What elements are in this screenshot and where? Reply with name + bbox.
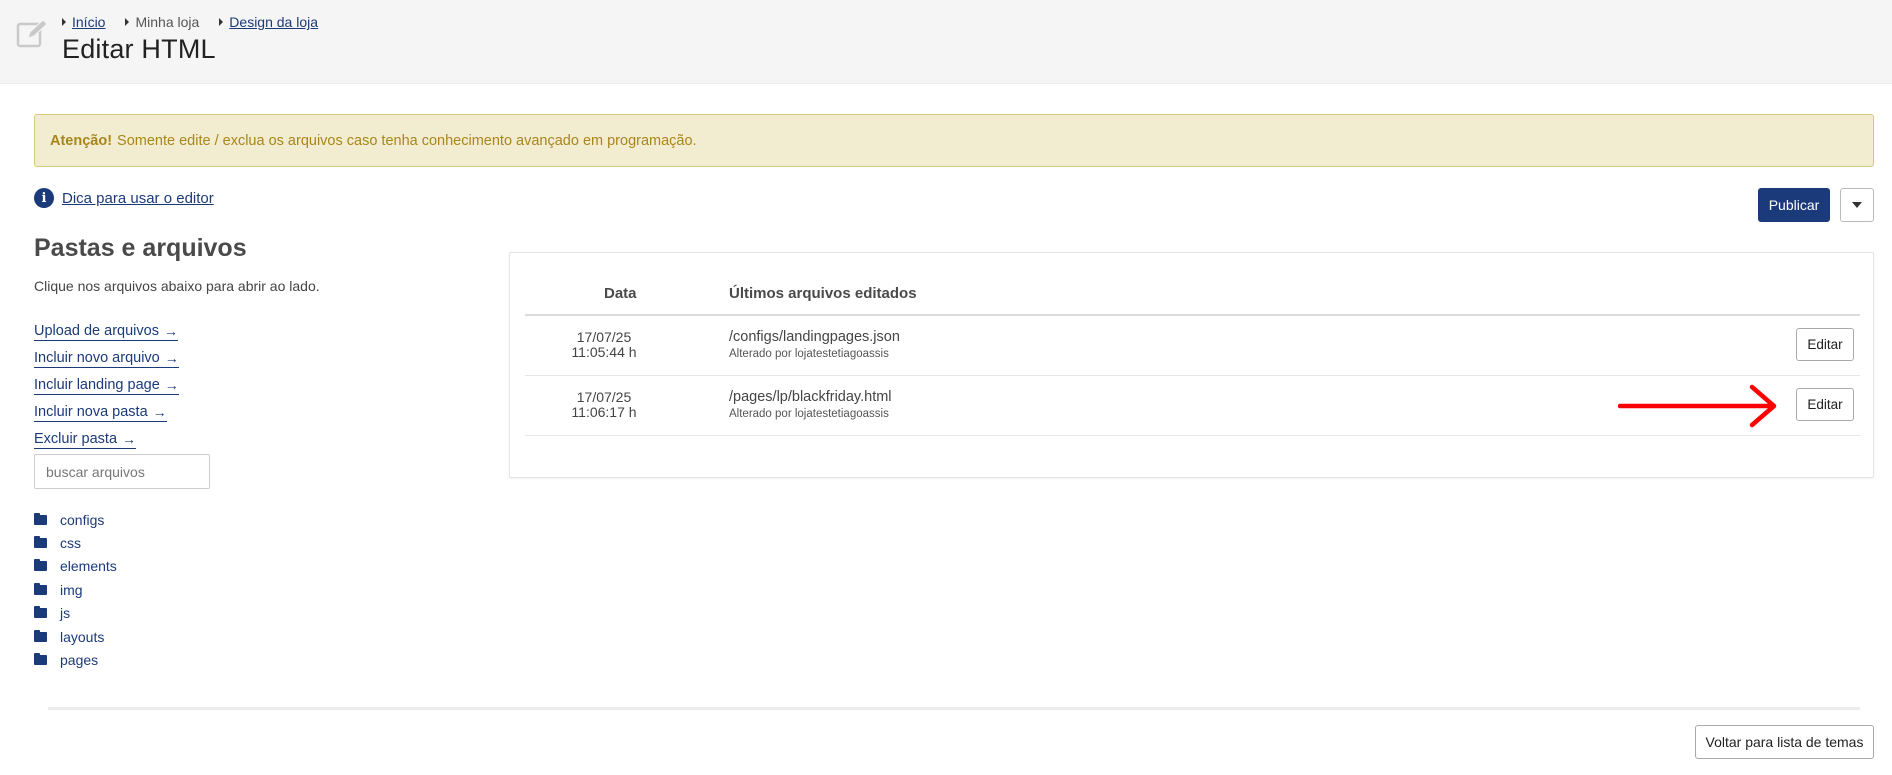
caret-right-icon bbox=[62, 18, 66, 26]
folder-label[interactable]: pages bbox=[60, 652, 98, 668]
edit-icon bbox=[16, 19, 48, 48]
row-file-path: /configs/landingpages.json bbox=[729, 329, 900, 345]
folder-icon bbox=[34, 606, 47, 619]
action-new-landing-page: Incluir landing page → bbox=[34, 372, 179, 399]
delete-folder-label: Excluir pasta bbox=[34, 430, 118, 447]
folder-item-configs[interactable]: configs bbox=[34, 508, 117, 531]
recent-files-panel: Data Últimos arquivos editados 17/07/25 … bbox=[509, 252, 1874, 478]
column-header-date: Data bbox=[604, 285, 637, 302]
new-file-label: Incluir novo arquivo bbox=[34, 349, 160, 366]
red-arrow-annotation bbox=[1618, 384, 1777, 428]
upload-files-label: Upload de arquivos bbox=[34, 322, 159, 339]
folder-icon bbox=[34, 653, 47, 666]
edit-button[interactable]: Editar bbox=[1796, 328, 1854, 361]
row-file-path: /pages/lp/blackfriday.html bbox=[729, 389, 892, 405]
caret-right-icon bbox=[219, 18, 224, 26]
upload-files-link[interactable]: Upload de arquivos → bbox=[34, 323, 178, 341]
action-new-file: Incluir novo arquivo → bbox=[34, 345, 179, 372]
action-upload-files: Upload de arquivos → bbox=[34, 318, 179, 345]
folder-item-js[interactable]: js bbox=[34, 602, 117, 625]
column-header-files: Últimos arquivos editados bbox=[729, 285, 917, 302]
folders-subtitle: Clique nos arquivos abaixo para abrir ao… bbox=[34, 278, 320, 294]
folder-icon bbox=[34, 536, 47, 549]
row-date: 17/07/25 bbox=[576, 389, 632, 405]
new-file-link[interactable]: Incluir novo arquivo → bbox=[34, 350, 179, 368]
breadcrumb-current-minha-loja: Minha loja bbox=[135, 14, 200, 30]
editor-tip-link[interactable]: Dica para usar o editor bbox=[62, 190, 214, 207]
breadcrumb-link-inicio[interactable]: Início bbox=[72, 14, 105, 30]
folder-icon bbox=[34, 582, 47, 595]
arrow-right-icon: → bbox=[152, 403, 167, 420]
folder-label[interactable]: configs bbox=[60, 512, 104, 528]
new-landing-page-label: Incluir landing page bbox=[34, 376, 160, 393]
table-row: 17/07/25 11:05:44 h /configs/landingpage… bbox=[525, 316, 1860, 376]
search-files-input[interactable] bbox=[34, 454, 210, 489]
action-delete-folder: Excluir pasta → bbox=[34, 426, 179, 453]
folder-item-pages[interactable]: pages bbox=[34, 648, 117, 671]
row-time: 11:05:44 h bbox=[571, 344, 637, 360]
warning-alert: Atenção! Somente edite / exclua os arqui… bbox=[34, 114, 1874, 167]
edit-button[interactable]: Editar bbox=[1796, 388, 1854, 421]
delete-folder-link[interactable]: Excluir pasta → bbox=[34, 430, 137, 449]
folder-label[interactable]: layouts bbox=[60, 629, 104, 645]
row-date: 17/07/25 bbox=[576, 329, 632, 345]
breadcrumb-item-design-da-loja: Design da loja bbox=[219, 14, 318, 30]
folder-label[interactable]: js bbox=[60, 605, 70, 621]
action-new-folder: Incluir nova pasta → bbox=[34, 399, 179, 426]
row-modified-by: Alterado por lojatestetiagoassis bbox=[729, 408, 889, 420]
page-title: Editar HTML bbox=[62, 34, 216, 64]
folder-item-css[interactable]: css bbox=[34, 531, 117, 554]
arrow-right-icon: → bbox=[164, 349, 179, 366]
new-folder-label: Incluir nova pasta bbox=[34, 403, 148, 420]
alert-strong: Atenção! bbox=[50, 132, 113, 149]
folders-title: Pastas e arquivos bbox=[34, 234, 247, 262]
alert-text: Somente edite / exclua os arquivos caso … bbox=[117, 132, 697, 149]
folder-label[interactable]: elements bbox=[60, 558, 117, 574]
page-header: Início Minha loja Design da loja Editar … bbox=[0, 0, 1892, 84]
row-modified-by: Alterado por lojatestetiagoassis bbox=[729, 348, 889, 360]
new-folder-link[interactable]: Incluir nova pasta → bbox=[34, 404, 167, 422]
editor-tip: i Dica para usar o editor bbox=[34, 188, 214, 208]
caret-down-icon bbox=[1852, 202, 1862, 208]
info-icon: i bbox=[34, 188, 54, 208]
footer-divider bbox=[48, 707, 1860, 710]
row-time: 11:06:17 h bbox=[571, 404, 637, 420]
breadcrumb-link-design-da-loja[interactable]: Design da loja bbox=[229, 14, 318, 30]
folder-item-layouts[interactable]: layouts bbox=[34, 625, 117, 648]
publish-options-button[interactable] bbox=[1840, 188, 1874, 222]
breadcrumb-item-minha-loja: Minha loja bbox=[125, 14, 199, 30]
row-datetime: 17/07/25 11:05:44 h bbox=[525, 330, 683, 360]
folder-item-elements[interactable]: elements bbox=[34, 555, 117, 578]
arrow-right-icon: → bbox=[122, 430, 137, 447]
folder-icon bbox=[34, 559, 47, 572]
caret-right-icon bbox=[125, 18, 130, 26]
arrow-right-icon: → bbox=[164, 376, 179, 393]
folder-label[interactable]: img bbox=[60, 582, 83, 598]
publish-button[interactable]: Publicar bbox=[1758, 188, 1830, 222]
new-landing-page-link[interactable]: Incluir landing page → bbox=[34, 377, 179, 395]
folder-item-img[interactable]: img bbox=[34, 578, 117, 601]
folder-icon bbox=[34, 512, 47, 525]
row-datetime: 17/07/25 11:06:17 h bbox=[525, 390, 683, 420]
breadcrumb-item-inicio: Início bbox=[62, 14, 105, 30]
breadcrumb: Início Minha loja Design da loja bbox=[62, 14, 338, 30]
folder-icon bbox=[34, 629, 47, 642]
folder-tree: configs css elements img js layouts page… bbox=[34, 508, 117, 672]
back-to-themes-button[interactable]: Voltar para lista de temas bbox=[1695, 725, 1874, 759]
arrow-right-icon: → bbox=[163, 322, 178, 339]
folder-label[interactable]: css bbox=[60, 535, 81, 551]
file-actions: Upload de arquivos → Incluir novo arquivo… bbox=[34, 318, 179, 453]
